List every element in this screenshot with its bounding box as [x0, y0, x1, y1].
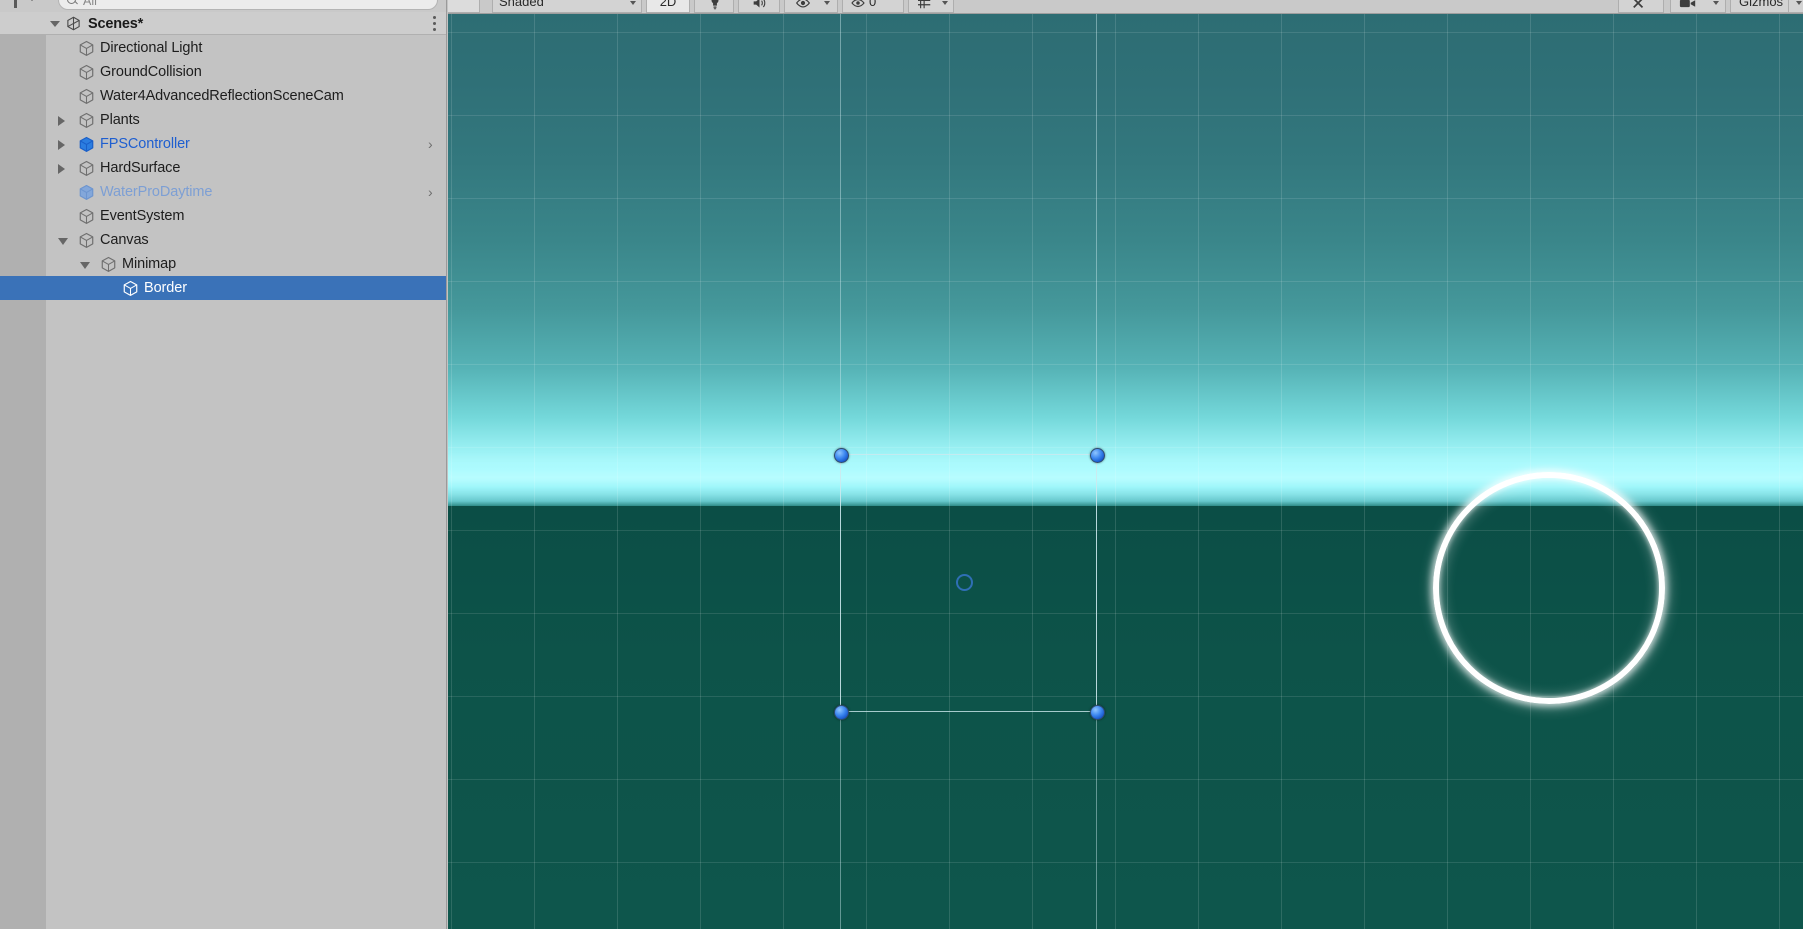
hierarchy-row-canvas[interactable]: Canvas [0, 228, 446, 252]
chevron-down-icon [942, 1, 948, 5]
hierarchy-row-eventsystem[interactable]: EventSystem [0, 204, 446, 228]
gameobject-cube-icon [78, 232, 95, 249]
hierarchy-row-label: GroundCollision [100, 64, 202, 80]
lightbulb-icon [711, 0, 719, 10]
gameobject-cube-icon [122, 280, 139, 297]
scene-name-label: Scenes* [88, 16, 144, 32]
camera-icon [1679, 0, 1696, 8]
hierarchy-row-label: WaterProDaytime [100, 184, 213, 200]
fx-dropdown-button[interactable] [784, 0, 838, 13]
foldout-closed-icon[interactable] [58, 116, 65, 126]
foldout-closed-icon[interactable] [58, 164, 65, 174]
hierarchy-search-row: All [0, 0, 446, 12]
hierarchy-row-label: FPSController [100, 136, 190, 152]
gizmos-label: Gizmos [1739, 0, 1784, 9]
eye-icon [796, 0, 810, 8]
hierarchy-row-water4advancedreflectionscenecam[interactable]: Water4AdvancedReflectionSceneCam [0, 84, 446, 108]
foldout-closed-icon[interactable] [58, 140, 65, 150]
hierarchy-row-plants[interactable]: Plants [0, 108, 446, 132]
scene-visibility-button[interactable]: 0 [842, 0, 904, 13]
speaker-icon [753, 0, 766, 8]
hierarchy-tree: Directional Light GroundCollision Water4Ad… [0, 36, 446, 300]
hierarchy-row-border[interactable]: Border [0, 276, 446, 300]
hierarchy-row-label: Border [144, 280, 187, 296]
grid-snap-button[interactable] [908, 0, 954, 13]
gameobject-cube-icon [78, 40, 95, 57]
hierarchy-row-waterprodaytime[interactable]: WaterProDaytime › [0, 180, 446, 204]
hierarchy-row-label: Water4AdvancedReflectionSceneCam [100, 88, 344, 104]
hierarchy-row-groundcollision[interactable]: GroundCollision [0, 60, 446, 84]
chevron-down-icon [1713, 1, 1719, 5]
hierarchy-row-label: Plants [100, 112, 140, 128]
foldout-open-icon[interactable] [80, 262, 90, 269]
hierarchy-row-hardsurface[interactable]: HardSurface [0, 156, 446, 180]
gameobject-cube-icon [78, 112, 95, 129]
grid-snap-icon [918, 0, 931, 9]
hierarchy-row-label: Directional Light [100, 40, 203, 56]
unity-editor-window: All Scenes* Directional Light GroundColli… [0, 0, 1803, 929]
scene-header-row[interactable]: Scenes* [0, 12, 446, 35]
hierarchy-row-label: Canvas [100, 232, 149, 248]
component-tools-button[interactable] [1618, 0, 1664, 13]
gameobject-cube-icon [78, 88, 95, 105]
draw-mode-label: Shaded [499, 0, 544, 9]
prefab-open-chevron-icon[interactable]: › [428, 137, 437, 151]
search-input[interactable]: All [58, 0, 438, 10]
audio-toggle-button[interactable] [738, 0, 780, 13]
scene-camera-button[interactable] [1670, 0, 1726, 13]
unity-scene-icon [67, 16, 80, 31]
kebab-menu-icon[interactable] [433, 16, 437, 32]
hierarchy-row-minimap[interactable]: Minimap [0, 252, 446, 276]
visibility-eye-icon [851, 0, 865, 8]
panel-drag-handle-icon[interactable] [14, 0, 17, 8]
lighting-toggle-button[interactable] [694, 0, 734, 13]
hierarchy-row-label: Minimap [122, 256, 177, 272]
tool-icon [1633, 0, 1644, 8]
scene-grid [448, 14, 1803, 929]
hierarchy-panel: All Scenes* Directional Light GroundColli… [0, 0, 447, 929]
chevron-down-icon [630, 1, 636, 5]
draw-mode-dropdown[interactable]: Shaded [492, 0, 642, 13]
chevron-down-icon [1796, 1, 1802, 5]
hierarchy-row-label: EventSystem [100, 208, 185, 224]
chevron-down-icon [824, 1, 830, 5]
2d-toggle-label: 2D [659, 0, 677, 9]
prefab-cube-icon [78, 136, 95, 153]
search-icon [67, 0, 76, 4]
gameobject-cube-icon [100, 256, 117, 273]
scene-foldout-icon[interactable] [50, 21, 60, 27]
gizmos-dropdown-arrow[interactable] [1788, 0, 1803, 13]
hierarchy-row-label: HardSurface [100, 160, 181, 176]
hierarchy-row-fpscontroller[interactable]: FPSController › [0, 132, 446, 156]
visibility-count-label: 0 [869, 0, 877, 9]
prefab-open-chevron-icon[interactable]: › [428, 185, 437, 199]
panel-menu-caret-icon[interactable] [28, 0, 36, 1]
2d-toggle-button[interactable]: 2D [646, 0, 690, 13]
search-input-value: All [83, 0, 97, 8]
tool-mode-button[interactable] [448, 0, 480, 13]
gameobject-cube-icon [78, 208, 95, 225]
foldout-open-icon[interactable] [58, 238, 68, 245]
prefab-cube-icon [78, 184, 95, 201]
gameobject-cube-icon [78, 160, 95, 177]
hierarchy-row-directional-light[interactable]: Directional Light [0, 36, 446, 60]
gameobject-cube-icon [78, 64, 95, 81]
scene-view-toolbar: Shaded 2D 0 Gizmos [448, 0, 1803, 14]
scene-view[interactable]: Shaded 2D 0 Gizmos [448, 0, 1803, 929]
